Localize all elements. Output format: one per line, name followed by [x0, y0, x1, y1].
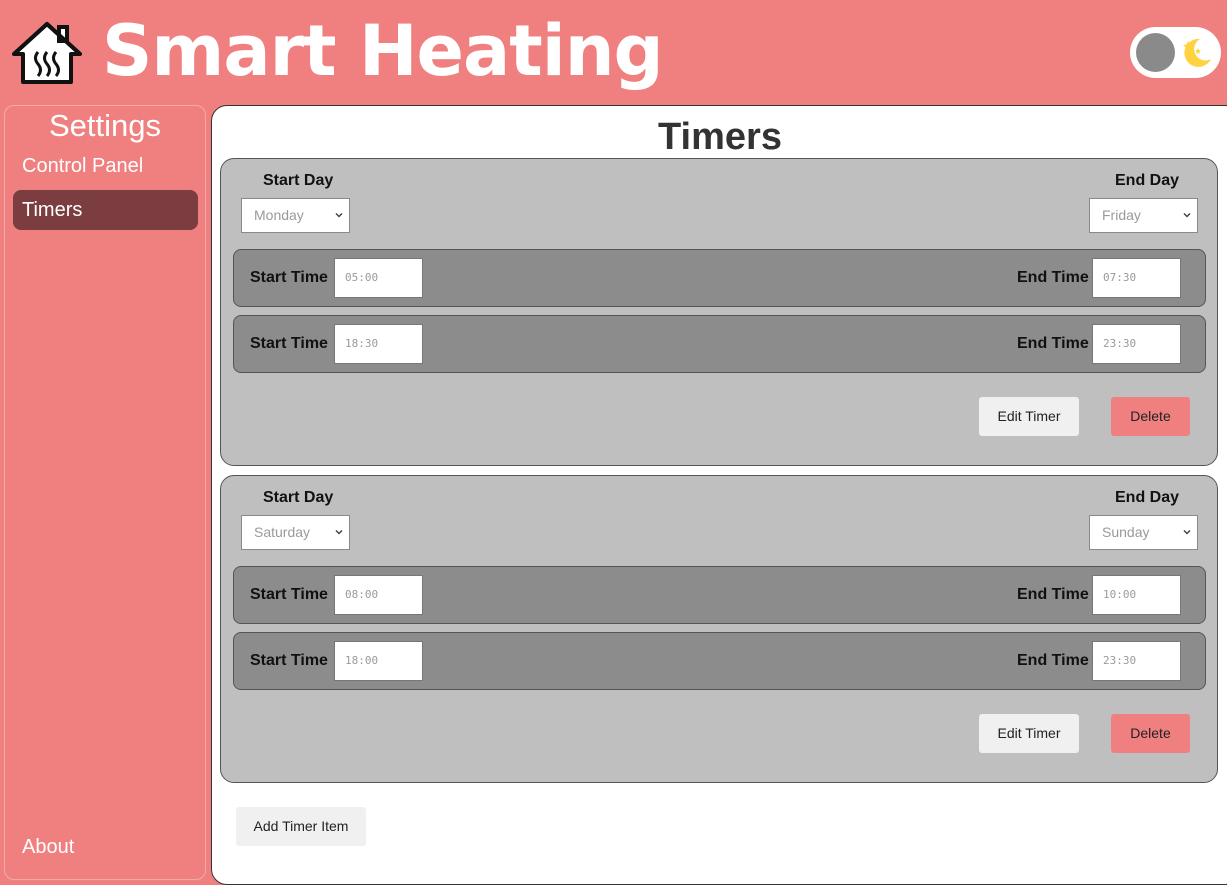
end-time-label: End Time [1017, 652, 1089, 669]
delete-timer-button[interactable]: Delete [1111, 714, 1190, 753]
sidebar-item-control-panel[interactable]: Control Panel [13, 146, 198, 186]
timer-card: Start Day Monday End Day Friday Start Ti… [220, 158, 1218, 466]
end-time-input[interactable]: 23:30 [1092, 641, 1181, 681]
end-time-label: End Time [1017, 269, 1089, 286]
end-time-input[interactable]: 07:30 [1092, 258, 1181, 298]
sidebar-heading: Settings [48, 108, 161, 143]
start-time-label: Start Time [250, 586, 328, 603]
end-day-value: Friday [1102, 207, 1141, 223]
add-timer-item-button[interactable]: Add Timer Item [236, 807, 366, 846]
start-day-label: Start Day [263, 172, 334, 189]
heating-house-icon [12, 22, 82, 84]
moon-stars-icon [1183, 38, 1211, 67]
time-period-row: Start Time 05:00 End Time 07:30 [233, 249, 1206, 307]
page-title: Timers [658, 116, 782, 158]
chevron-down-icon [335, 529, 343, 535]
chevron-down-icon [1183, 529, 1191, 535]
time-period-row: Start Time 18:00 End Time 23:30 [233, 632, 1206, 690]
chevron-down-icon [1183, 212, 1191, 218]
start-time-input[interactable]: 05:00 [334, 258, 423, 298]
time-period-row: Start Time 08:00 End Time 10:00 [233, 566, 1206, 624]
theme-toggle[interactable] [1130, 27, 1221, 78]
end-day-value: Sunday [1102, 524, 1150, 540]
sidebar: Settings Control Panel Timers About [4, 105, 206, 880]
timer-card: Start Day Saturday End Day Sunday Start … [220, 475, 1218, 783]
start-day-label: Start Day [263, 489, 334, 506]
start-time-label: Start Time [250, 652, 328, 669]
end-time-label: End Time [1017, 586, 1089, 603]
chevron-down-icon [335, 212, 343, 218]
end-day-select[interactable]: Sunday [1089, 515, 1198, 550]
start-time-input[interactable]: 08:00 [334, 575, 423, 615]
main-panel: Timers Start Day Monday End Day Friday S… [211, 105, 1227, 885]
toggle-knob[interactable] [1136, 33, 1175, 72]
start-time-input[interactable]: 18:00 [334, 641, 423, 681]
start-time-input[interactable]: 18:30 [334, 324, 423, 364]
start-time-label: Start Time [250, 335, 328, 352]
end-day-label: End Day [1115, 489, 1180, 506]
time-period-row: Start Time 18:30 End Time 23:30 [233, 315, 1206, 373]
start-time-label: Start Time [250, 269, 328, 286]
end-time-input[interactable]: 10:00 [1092, 575, 1181, 615]
end-day-label: End Day [1115, 172, 1180, 189]
delete-timer-button[interactable]: Delete [1111, 397, 1190, 436]
sidebar-item-timers[interactable]: Timers [13, 190, 198, 230]
app-header: Smart Heating [0, 0, 1227, 105]
edit-timer-button[interactable]: Edit Timer [979, 714, 1079, 753]
end-day-select[interactable]: Friday [1089, 198, 1198, 233]
sidebar-item-about[interactable]: About [13, 827, 198, 867]
app-title: Smart Heating [102, 10, 664, 92]
edit-timer-button[interactable]: Edit Timer [979, 397, 1079, 436]
end-time-label: End Time [1017, 335, 1089, 352]
start-day-select[interactable]: Saturday [241, 515, 350, 550]
end-time-input[interactable]: 23:30 [1092, 324, 1181, 364]
start-day-value: Saturday [254, 524, 311, 540]
start-day-select[interactable]: Monday [241, 198, 350, 233]
start-day-value: Monday [254, 207, 304, 223]
